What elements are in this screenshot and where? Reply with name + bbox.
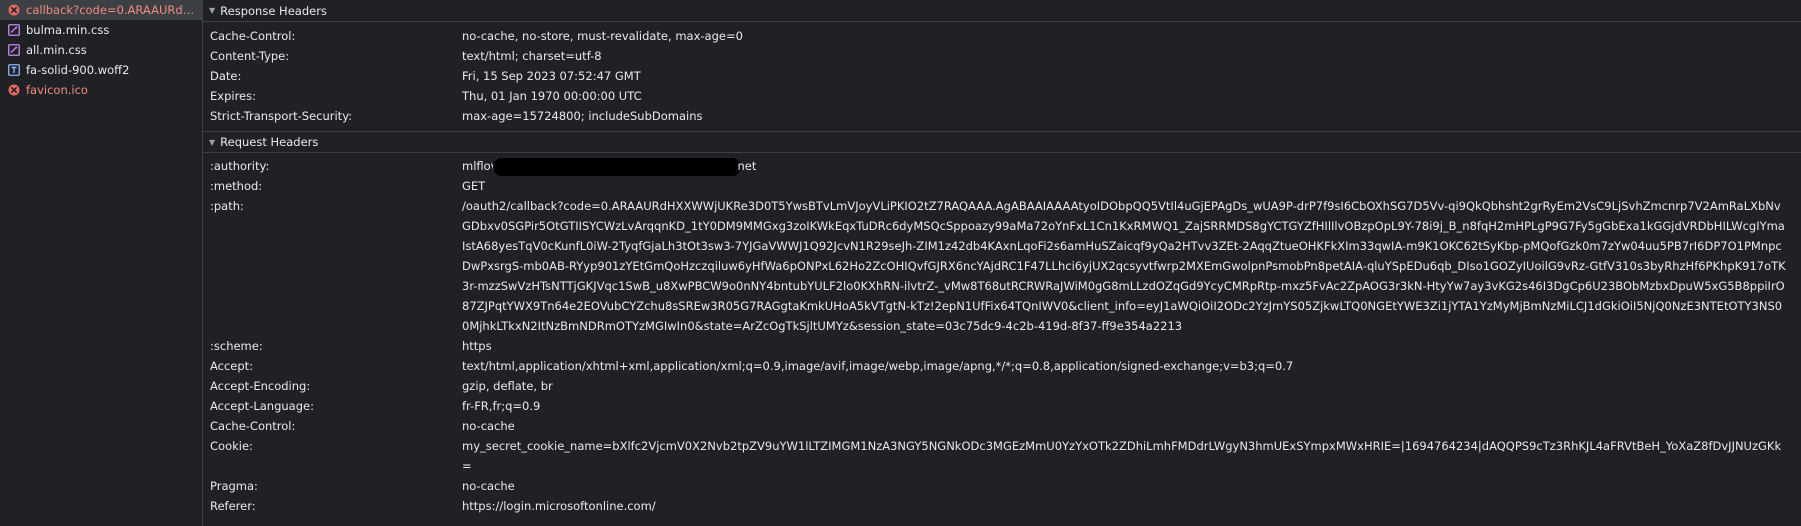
header-row: Cache-Control: no-cache [203,416,1801,436]
response-headers-title: Response Headers [220,3,327,18]
header-value: no-cache, no-store, must-revalidate, max… [462,29,743,43]
request-headers-list: :authority: mlflov net :method: GET :path: /… [203,153,1801,516]
header-key: :path: [210,199,244,213]
header-value: https [462,339,492,353]
header-row: Strict-Transport-Security: max-age=157248… [203,106,1801,126]
expand-triangle-icon: ▼ [209,137,216,147]
header-key: Pragma: [210,479,258,493]
request-item-name: fa-solid-900.woff2 [26,63,130,77]
request-item[interactable]: callback?code=0.ARAAURdHX... [0,0,202,20]
request-item-name: favicon.ico [26,83,88,97]
header-row: Date: Fri, 15 Sep 2023 07:52:47 GMT [203,66,1801,86]
request-item-name: all.min.css [26,43,87,57]
header-key: :method: [210,179,263,193]
header-value: Thu, 01 Jan 1970 00:00:00 UTC [462,89,642,103]
request-headers-title: Request Headers [220,135,319,149]
header-value: Fri, 15 Sep 2023 07:52:47 GMT [462,69,641,83]
header-value: max-age=15724800; includeSubDomains [462,109,703,123]
header-key: Cache-Control: [210,29,296,43]
header-key: Accept-Language: [210,399,314,413]
header-value: https://login.microsoftonline.com/ [462,499,656,513]
header-key: Referer: [210,499,256,513]
header-row: Pragma: no-cache [203,476,1801,496]
header-row: Expires: Thu, 01 Jan 1970 00:00:00 UTC [203,86,1801,106]
expand-triangle-icon: ▼ [209,6,216,15]
header-value: GET [462,179,486,193]
header-key: :authority: [210,159,270,173]
authority-prefix: mlflov [462,159,498,173]
header-key: Accept: [210,359,254,373]
header-key: Cache-Control: [210,419,296,433]
header-key: Content-Type: [210,49,290,63]
header-value: no-cache [462,479,515,493]
headers-panel: ▼ Response Headers Cache-Control: no-cach… [203,0,1801,526]
header-value: text/html,application/xhtml+xml,applicat… [462,359,1294,373]
css-file-icon [8,24,20,36]
redaction-mark [493,157,742,176]
css-file-icon [8,44,20,56]
header-row: Accept: text/html,application/xhtml+xml,a… [203,356,1801,376]
error-circle-icon [8,84,20,96]
request-item[interactable]: bulma.min.css [0,20,202,40]
header-key: Accept-Encoding: [210,379,311,393]
header-row: :path: /oauth2/callback?code=0.ARAAURdHXX… [203,196,1801,336]
request-headers-toggle[interactable]: ▼ Request Headers [203,131,1801,153]
request-item[interactable]: favicon.ico [0,80,202,100]
request-item-name: bulma.min.css [26,23,110,37]
request-list: callback?code=0.ARAAURdHX... bulma.min.cs… [0,0,203,526]
header-key: Cookie: [210,439,253,453]
header-row: Cookie: my_secret_cookie_name=bXlfc2VjcmV… [203,436,1801,476]
header-value: text/html; charset=utf-8 [462,49,602,63]
header-value: /oauth2/callback?code=0.ARAAURdHXXWWjUKR… [462,199,1786,333]
header-value: mlflov net [462,156,1801,176]
header-value: gzip, deflate, br [462,379,553,393]
header-row: Content-Type: text/html; charset=utf-8 [203,46,1801,66]
header-row: Accept-Language: fr-FR,fr;q=0.9 [203,396,1801,416]
header-key: :scheme: [210,339,263,353]
font-file-icon [8,64,20,76]
header-row: Referer: https://login.microsoftonline.co… [203,496,1801,516]
request-item-name: callback?code=0.ARAAURdHX... [26,3,202,17]
header-row: :method: GET [203,176,1801,196]
header-key: Date: [210,69,242,83]
authority-suffix: net [737,159,757,173]
header-row-authority: :authority: mlflov net [203,156,1801,176]
header-row: :scheme: https [203,336,1801,356]
response-headers-list: Cache-Control: no-cache, no-store, must-r… [203,22,1801,131]
request-item[interactable]: all.min.css [0,40,202,60]
request-item[interactable]: fa-solid-900.woff2 [0,60,202,80]
header-row: Accept-Encoding: gzip, deflate, br [203,376,1801,396]
response-headers-toggle[interactable]: ▼ Response Headers [203,0,1801,22]
header-value: my_secret_cookie_name=bXlfc2VjcmV0X2Nvb2… [462,439,1782,473]
header-row: Cache-Control: no-cache, no-store, must-r… [203,26,1801,46]
header-value: no-cache [462,419,515,433]
error-circle-icon [8,4,20,16]
devtools-network-panel: callback?code=0.ARAAURdHX... bulma.min.cs… [0,0,1801,526]
header-key: Strict-Transport-Security: [210,109,353,123]
header-key: Expires: [210,89,256,103]
header-value: fr-FR,fr;q=0.9 [462,399,541,413]
